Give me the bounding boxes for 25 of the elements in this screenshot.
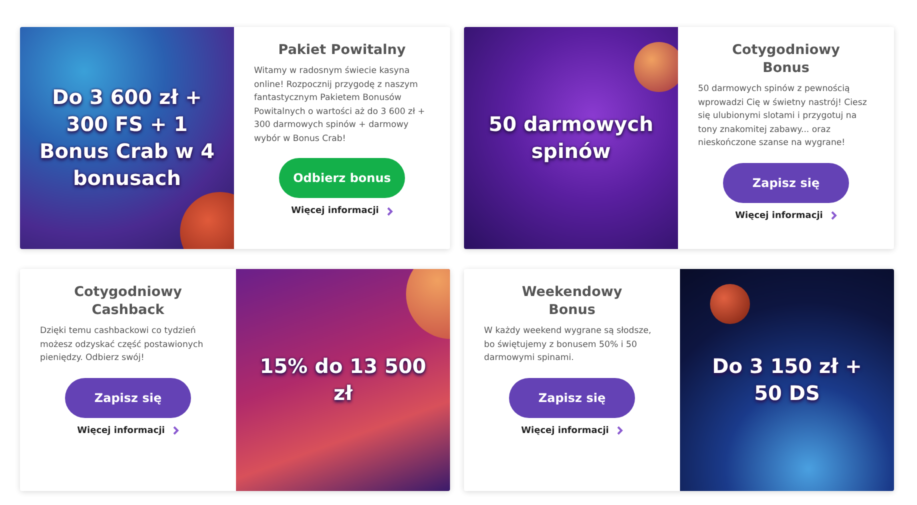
card-description: W każdy weekend wygrane są słodsze, bo świętujemy z bonusem 50% i 50 darmowymi spinami.	[484, 325, 652, 365]
promo-headline: Do 3 600 zł + 300 FS + 1 Bonus Crab w 4 bonusach	[38, 84, 216, 192]
planet-drawing	[710, 284, 750, 324]
more-info-link[interactable]: Więcej informacji	[735, 210, 837, 220]
chevron-right-icon	[830, 211, 837, 220]
card-description: 50 darmowych spinów z pewnością wprowadzi Cię w świetny nastrój! Ciesz się ulubionymi slotami i przygotuj na tony znakomitej zabawy... oraz nieskończone szanse na wygrane!	[698, 83, 868, 150]
cta-button[interactable]: Zapisz się	[723, 162, 849, 202]
card-title: Weekendowy Bonus	[520, 283, 624, 319]
card-description: Witamy w radosnym świecie kasyna online! Rozpocznij przygodę z naszym fantastycznym Pakietem Bonusów Powitalnych o wartości aż do 3 600 zł + 300 darmowych spinów + darmowy wybór w Bonus Crab!	[254, 65, 426, 146]
cta-button[interactable]: Zapisz się	[509, 378, 635, 418]
promo-headline: 50 darmowych spinów	[488, 111, 654, 165]
cta-button[interactable]: Zapisz się	[65, 378, 191, 418]
more-info-link[interactable]: Więcej informacji	[291, 206, 393, 216]
chevron-right-icon	[386, 206, 393, 216]
chevron-right-icon	[172, 426, 179, 435]
card-title: Pakiet Powitalny	[277, 41, 407, 59]
planet-drawing	[634, 42, 678, 92]
card-title: Cotygodniowy Bonus	[731, 41, 841, 77]
promo-headline: Do 3 150 zł + 50 DS	[711, 353, 863, 407]
card-title: Cotygodniowy Cashback	[73, 283, 183, 319]
more-info-link[interactable]: Więcej informacji	[77, 426, 179, 436]
chevron-right-icon	[616, 426, 623, 435]
card-description: Dzięki temu cashbackowi co tydzień możesz odzyskać część postawionych pieniędzy. Odbierz swój!	[40, 325, 204, 365]
more-info-link[interactable]: Więcej informacji	[521, 426, 623, 436]
promo-headline: 15% do 13 500 zł	[258, 353, 428, 407]
